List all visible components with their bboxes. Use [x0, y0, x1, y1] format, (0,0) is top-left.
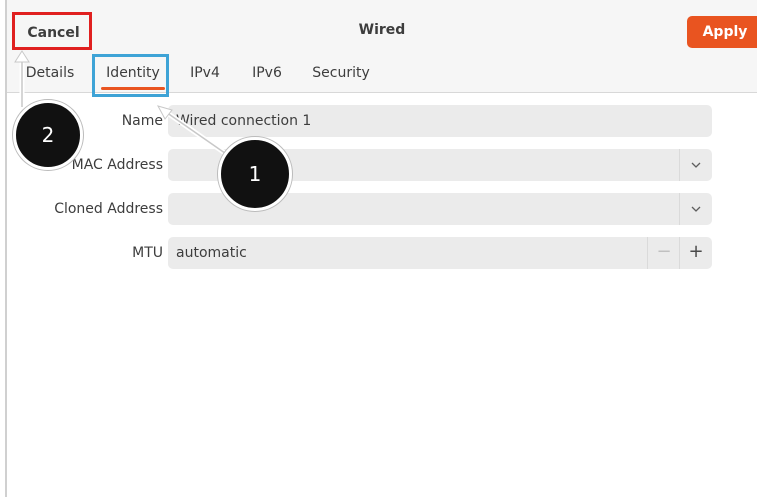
tab-identity[interactable]: Identity	[97, 62, 169, 90]
callout-1-badge: 1	[218, 137, 292, 211]
name-value: Wired connection 1	[176, 113, 312, 129]
mtu-spinbutton[interactable]: automatic − +	[168, 237, 712, 269]
chevron-down-icon[interactable]	[679, 149, 712, 181]
cloned-address-label: Cloned Address	[54, 201, 163, 217]
tab-security[interactable]: Security	[306, 62, 376, 90]
apply-button[interactable]: Apply	[687, 16, 757, 48]
minus-icon[interactable]: −	[647, 237, 680, 269]
chevron-down-icon[interactable]	[679, 193, 712, 225]
tab-bar: Details Identity IPv4 IPv6 Security	[7, 62, 757, 93]
header-bar: Cancel Wired Apply	[7, 0, 757, 62]
callout-2-badge: 2	[13, 100, 83, 170]
tab-ipv6[interactable]: IPv6	[245, 62, 289, 90]
tab-ipv4[interactable]: IPv4	[183, 62, 227, 90]
tab-details[interactable]: Details	[21, 62, 79, 90]
mtu-label: MTU	[132, 245, 163, 261]
plus-icon[interactable]: +	[679, 237, 712, 269]
window-title: Wired	[358, 22, 406, 38]
name-field[interactable]: Wired connection 1	[168, 105, 712, 137]
mtu-value: automatic	[176, 245, 247, 261]
